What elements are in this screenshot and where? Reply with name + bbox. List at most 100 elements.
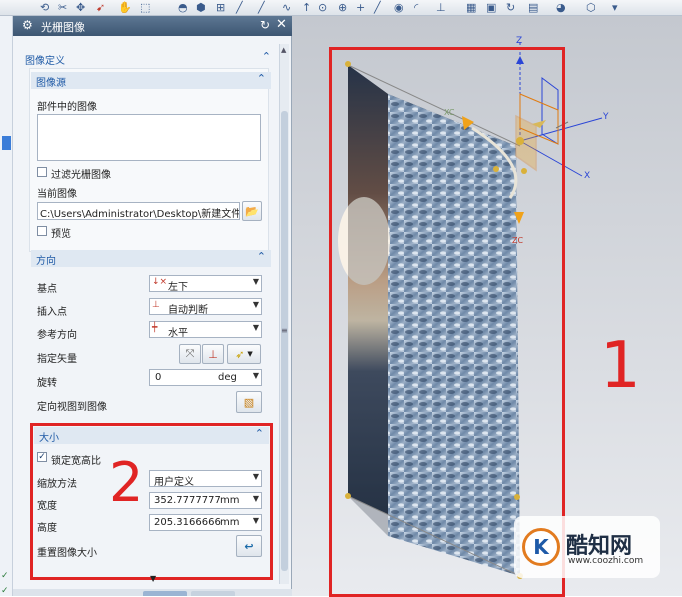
- size-header[interactable]: 大小 ⌃: [34, 427, 269, 444]
- insert-point-dropdown[interactable]: ⊥ 自动判断 ▼: [149, 298, 262, 316]
- scrollbar-thumb[interactable]: [281, 111, 288, 571]
- image-highlight-box: [329, 47, 565, 597]
- chevron-down-icon: ▼: [252, 494, 259, 503]
- chevron-down-icon: ▼: [252, 472, 259, 481]
- height-label: 高度: [37, 523, 57, 534]
- image-definition-label: 图像定义: [25, 56, 65, 67]
- sphere-icon[interactable]: ◉: [394, 1, 404, 14]
- part-images-list[interactable]: [37, 114, 261, 161]
- insert-point-value: 自动判断: [168, 305, 208, 316]
- chevron-up-icon[interactable]: ⌃: [262, 50, 271, 63]
- annotation-number-2: 2: [109, 451, 144, 514]
- rotation-label: 旋转: [37, 378, 57, 389]
- move-icon[interactable]: ✋: [118, 1, 132, 14]
- base-point-icon: ↓×: [152, 277, 168, 287]
- vector-arrow-icon: ➶: [235, 347, 245, 361]
- chevron-down-icon: ▼: [252, 323, 259, 332]
- image-source-label: 图像源: [36, 78, 66, 89]
- chevron-up-icon[interactable]: ⌃: [257, 72, 266, 85]
- height-field[interactable]: 205.3166666 mm ▼: [149, 514, 262, 531]
- close-icon[interactable]: ✕: [276, 17, 287, 32]
- undo-icon[interactable]: ⟲: [40, 1, 49, 14]
- reverse-direction-button[interactable]: ⤧: [179, 344, 201, 364]
- rotation-field[interactable]: 0 deg ▼: [149, 369, 262, 386]
- box-select-icon[interactable]: ⬚: [140, 1, 150, 14]
- filter-raster-checkbox[interactable]: [37, 167, 47, 177]
- insert-point-icon: ⊥: [152, 300, 160, 310]
- orientation-label: 方向: [36, 256, 56, 267]
- scroll-up-icon[interactable]: ▲: [281, 46, 286, 54]
- current-image-path: C:\Users\Administrator\Desktop\新建文件夹: [40, 209, 240, 220]
- scale-method-dropdown[interactable]: 用户定义 ▼: [149, 470, 262, 488]
- base-point-dropdown[interactable]: ↓× 左下 ▼: [149, 275, 262, 293]
- size-label: 大小: [39, 433, 59, 444]
- base-point-value: 左下: [168, 282, 188, 293]
- ok-button[interactable]: [143, 591, 187, 596]
- image-definition-header[interactable]: 图像定义 ⌃: [20, 50, 276, 67]
- preview-label: 预览: [51, 229, 71, 240]
- watermark-url: www.coozhi.com: [568, 556, 644, 566]
- image-source-header[interactable]: 图像源 ⌃: [31, 72, 271, 89]
- height-value: 205.3166666: [154, 517, 221, 528]
- layer-icon[interactable]: ▦: [466, 1, 476, 14]
- graphics-viewport[interactable]: Z Y X XC ZC 1 K 酷知网 www.coozhi.com: [292, 16, 682, 597]
- save-view-icon[interactable]: ▣: [486, 1, 496, 14]
- chevron-up-icon[interactable]: ⌃: [255, 427, 264, 440]
- orient-view-button[interactable]: ▧: [236, 391, 262, 413]
- circle-point-icon[interactable]: ⊙: [318, 1, 327, 14]
- cube-icon[interactable]: ⬢: [196, 1, 206, 14]
- watermark-logo-letter: K: [533, 535, 549, 559]
- orientation-header[interactable]: 方向 ⌃: [31, 250, 271, 267]
- select-arrow-icon[interactable]: ➹: [96, 1, 105, 14]
- rotation-value: 0: [155, 372, 162, 383]
- ref-direction-label: 参考方向: [37, 330, 77, 341]
- grid-icon[interactable]: ⊞: [216, 1, 225, 14]
- view-cube-icon[interactable]: ⬡: [586, 1, 596, 14]
- reset-size-button[interactable]: ↩: [236, 535, 262, 557]
- chevron-up-icon[interactable]: ⌃: [257, 250, 266, 263]
- chevron-down-icon: ▼: [252, 277, 259, 286]
- dialog-title: 光栅图像: [41, 21, 85, 34]
- point-icon[interactable]: ↑: [302, 1, 311, 14]
- scale-method-label: 缩放方法: [37, 479, 77, 490]
- width-field[interactable]: 352.7777777 mm ▼: [149, 492, 262, 509]
- ref-direction-value: 水平: [168, 328, 188, 339]
- chevron-down-icon: ▼: [252, 371, 259, 380]
- reset-icon[interactable]: ↻: [260, 18, 270, 32]
- watermark: K 酷知网 www.coozhi.com: [514, 516, 660, 578]
- cross-icon[interactable]: +: [356, 1, 365, 14]
- more-icon[interactable]: ▾: [612, 1, 618, 14]
- line-icon[interactable]: ╱: [236, 1, 243, 14]
- reverse-direction-icon: ⤧: [185, 347, 195, 360]
- datum-icon[interactable]: ⊥: [436, 1, 446, 14]
- current-image-path-field[interactable]: C:\Users\Administrator\Desktop\新建文件夹: [37, 202, 240, 220]
- reset-arrow-icon: ↩: [244, 539, 254, 553]
- gear-icon[interactable]: ⚙: [22, 18, 33, 32]
- specify-vector-label: 指定矢量: [37, 354, 77, 365]
- lock-aspect-label: 锁定宽高比: [51, 456, 101, 467]
- apply-button[interactable]: [191, 591, 235, 596]
- table-icon[interactable]: ▤: [528, 1, 538, 14]
- preview-checkbox[interactable]: [37, 226, 47, 236]
- ref-direction-dropdown[interactable]: ┿ 水平 ▼: [149, 321, 262, 339]
- lock-aspect-checkbox[interactable]: ✓: [37, 452, 47, 462]
- selected-strip-item[interactable]: [2, 136, 11, 150]
- open-folder-button[interactable]: 📂: [242, 201, 262, 221]
- curve-icon[interactable]: ╱: [258, 1, 265, 14]
- snap-icon[interactable]: ✥: [76, 1, 85, 14]
- vector-icon: ⊥: [208, 347, 218, 361]
- reset-size-label: 重置图像大小: [37, 548, 97, 559]
- inferred-vector-button[interactable]: ➶ ▼: [227, 344, 261, 364]
- vector-dialog-button[interactable]: ⊥: [202, 344, 224, 364]
- orient-view-label: 定向视图到图像: [37, 402, 107, 413]
- arc-icon[interactable]: ◜: [414, 1, 418, 14]
- center-icon[interactable]: ⊕: [338, 1, 347, 14]
- slash-icon[interactable]: ╱: [374, 1, 381, 14]
- shaded-icon[interactable]: ◓: [178, 1, 188, 14]
- render-icon[interactable]: ◕: [556, 1, 566, 14]
- axis-y-label: Y: [603, 112, 609, 122]
- refresh-icon[interactable]: ↻: [506, 1, 515, 14]
- spline-icon[interactable]: ∿: [282, 1, 291, 14]
- more-options-icon[interactable]: ▼: [150, 574, 156, 583]
- cut-icon[interactable]: ✂: [58, 1, 67, 14]
